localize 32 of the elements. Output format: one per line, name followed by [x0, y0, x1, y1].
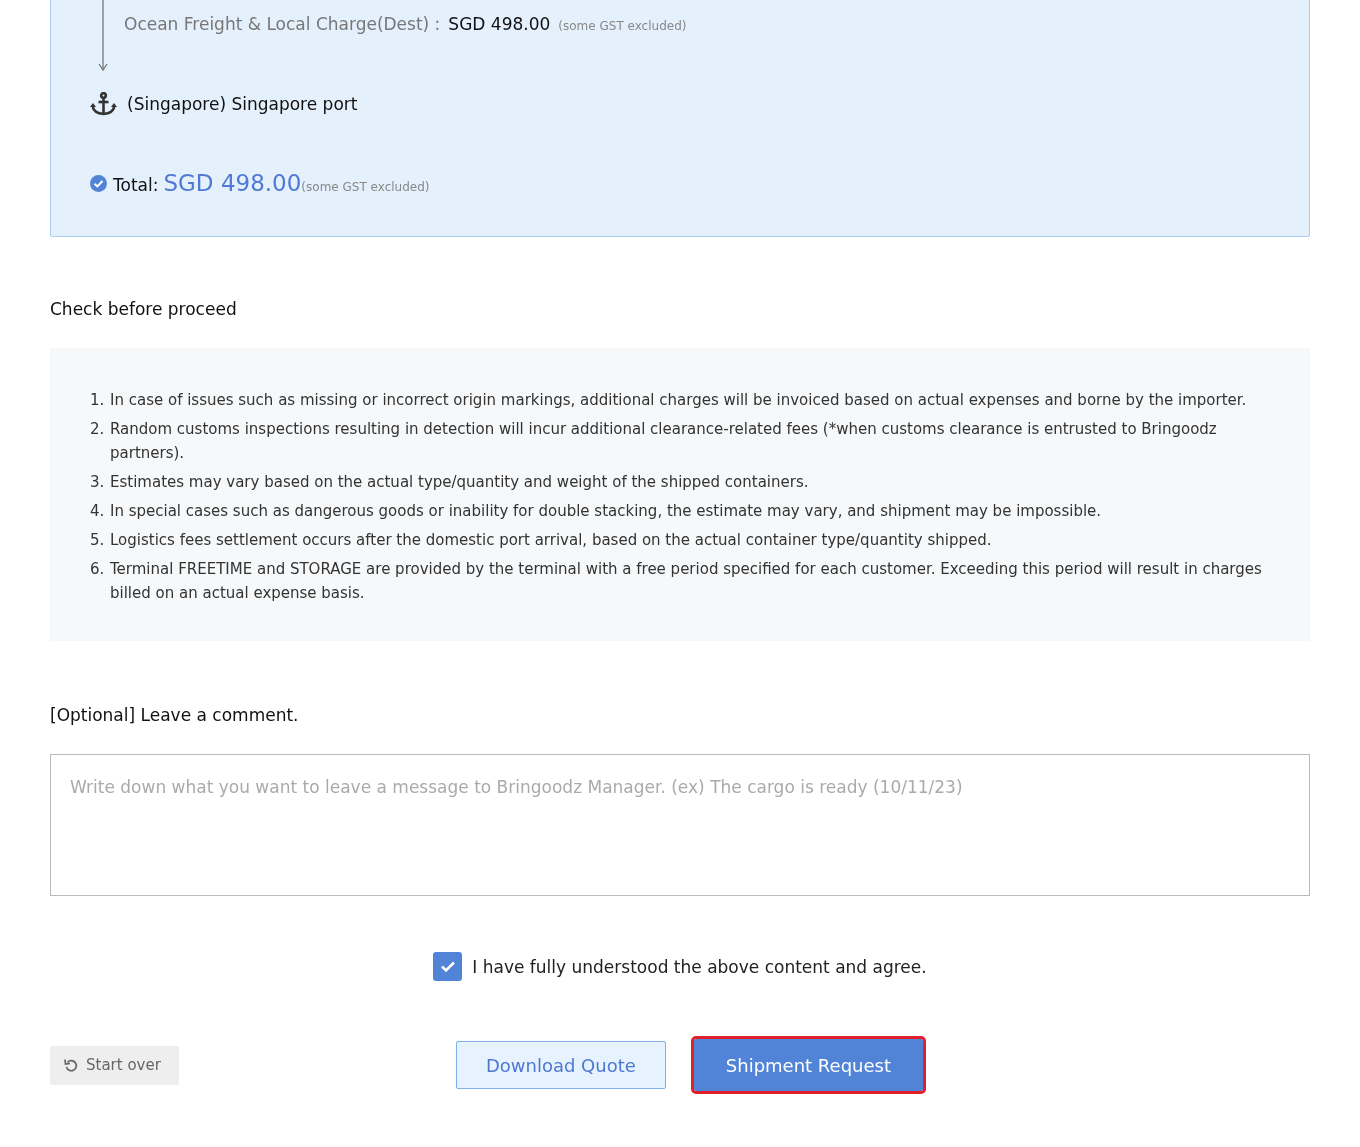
start-over-button[interactable]: Start over — [50, 1045, 179, 1085]
note-text: Terminal FREETIME and STORAGE are provided by the terminal with a free period specified for each customer. Exceeding this period will result in charges billed on an actual expense basis. — [110, 559, 1263, 604]
tax-note: (some GST excluded) — [558, 19, 687, 33]
item-number: 6. — [90, 559, 106, 580]
item-number: 5. — [90, 530, 106, 551]
check-circle-icon — [90, 174, 107, 192]
download-button[interactable]: Download Quote — [455, 1041, 666, 1089]
section-title: Check before proceed — [50, 299, 238, 319]
tax-note: (some GST excluded) — [301, 180, 430, 194]
agree-checkbox[interactable] — [433, 952, 463, 981]
check-icon — [439, 960, 456, 973]
total-amount: SGD 498.00 — [163, 170, 302, 196]
item-number: 2. — [90, 419, 106, 440]
note-text: Random customs inspections resulting in detection will incur additional clearance-related fees (*when customs clearance is entrusted to Bringoodz partners). — [110, 419, 1218, 464]
section-title: [Optional] Leave a comment. — [50, 705, 300, 725]
note-text: Estimates may vary based on the actual type/quantity and weight of the shipped containers. — [110, 472, 809, 493]
item-number: 3. — [90, 472, 106, 493]
note-text: Logistics fees settlement occurs after the domestic port arrival, based on the actual container type/quantity shipped. — [110, 530, 992, 551]
charge-label: Ocean Freight & Local Charge(Dest) : — [124, 14, 441, 34]
note-text: In case of issues such as missing or incorrect origin markings, additional charges will be invoiced based on actual expenses and borne by the importer. — [110, 390, 1247, 411]
charge-amount: SGD 498.00 — [448, 14, 551, 34]
agree-label: I have fully understood the above content and agree. — [472, 956, 927, 977]
port-name: (Singapore) Singapore port — [127, 94, 358, 114]
comment-field[interactable]: Write down what you want to leave a message to Bringoodz Manager. (ex) The cargo is ready (10/11/23) — [50, 754, 1310, 896]
total-label: Total: — [113, 175, 159, 195]
note-text: In special cases such as dangerous goods or inability for double stacking, the estimate may vary, and shipment may be impossible. — [110, 501, 1102, 522]
item-number: 1. — [90, 390, 106, 411]
item-number: 4. — [90, 501, 106, 522]
submit-button[interactable]: Shipment Request — [693, 1039, 923, 1091]
down-arrow-icon — [98, 0, 108, 72]
undo-icon — [64, 1058, 78, 1072]
anchor-icon — [90, 92, 117, 116]
